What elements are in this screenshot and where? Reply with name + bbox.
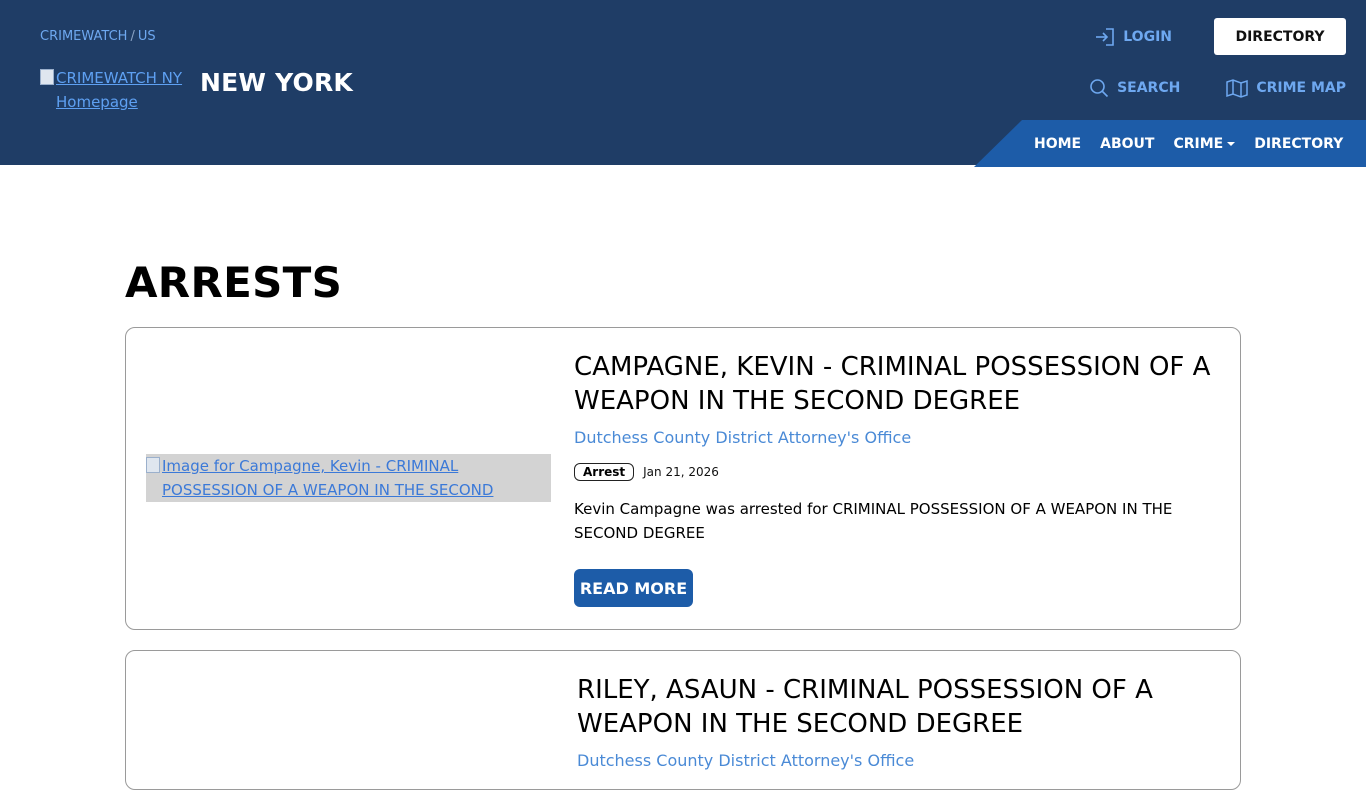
post-title[interactable]: CAMPAGNE, KEVIN - CRIMINAL POSSESSION OF… [574, 350, 1220, 418]
search-icon [1090, 79, 1109, 98]
post-date: Jan 21, 2026 [643, 465, 719, 479]
site-name: NEW YORK [200, 68, 353, 97]
nav-crime[interactable]: CRIME [1173, 135, 1236, 152]
crime-map-link[interactable]: CRIME MAP [1226, 78, 1346, 98]
post-summary: Kevin Campagne was arrested for CRIMINAL… [574, 500, 1173, 542]
site-header: CRIMEWATCH / US CRIMEWATCH NY Homepage NEW… [0, 0, 1366, 167]
brand: CRIMEWATCH NY Homepage NEW YORK [40, 66, 353, 114]
post-image-link[interactable]: Image for Campagne, Kevin - CRIMINAL POS… [146, 454, 551, 502]
post-body: RILEY, ASAUN - CRIMINAL POSSESSION OF A … [577, 673, 1220, 770]
post-agency[interactable]: Dutchess County District Attorney's Offi… [574, 428, 1220, 447]
search-link[interactable]: SEARCH [1089, 78, 1180, 98]
directory-button[interactable]: DIRECTORY [1214, 18, 1346, 55]
breadcrumb-crimewatch[interactable]: CRIMEWATCH [40, 29, 127, 44]
post-body: CAMPAGNE, KEVIN - CRIMINAL POSSESSION OF… [574, 350, 1220, 607]
breadcrumb-us[interactable]: US [138, 29, 156, 44]
nav-directory[interactable]: DIRECTORY [1254, 136, 1343, 152]
page-title: ARRESTS [125, 258, 343, 307]
site-logo-link[interactable]: CRIMEWATCH NY Homepage [40, 66, 190, 114]
search-label: SEARCH [1117, 80, 1181, 96]
breadcrumb: CRIMEWATCH / US [40, 29, 156, 44]
post-card: Image for Campagne, Kevin - CRIMINAL POS… [125, 327, 1241, 630]
header-top-actions: LOGIN DIRECTORY [1094, 18, 1346, 55]
post-image-alt: Image for Campagne, Kevin - CRIMINAL POS… [162, 457, 494, 499]
nav-about[interactable]: ABOUT [1100, 136, 1154, 152]
login-icon [1096, 27, 1115, 46]
post-tag-badge: Arrest [574, 463, 635, 481]
caret-down-icon [1227, 141, 1236, 146]
crime-map-label: CRIME MAP [1256, 80, 1346, 96]
login-label: LOGIN [1123, 28, 1172, 45]
nav-crime-label: CRIME [1173, 135, 1224, 152]
broken-image-icon [146, 457, 160, 473]
main-nav: HOME ABOUT CRIME DIRECTORY [974, 120, 1366, 167]
login-link[interactable]: LOGIN [1094, 27, 1172, 47]
post-title[interactable]: RILEY, ASAUN - CRIMINAL POSSESSION OF A … [577, 673, 1220, 741]
header-secondary-actions: SEARCH CRIME MAP [1043, 78, 1346, 98]
post-card: RILEY, ASAUN - CRIMINAL POSSESSION OF A … [125, 650, 1241, 790]
nav-home[interactable]: HOME [1034, 136, 1081, 152]
post-agency[interactable]: Dutchess County District Attorney's Offi… [577, 751, 1220, 770]
logo-alt-text: CRIMEWATCH NY Homepage [56, 69, 183, 111]
broken-image-icon [40, 69, 54, 85]
map-icon [1226, 79, 1249, 98]
breadcrumb-separator: / [130, 29, 135, 44]
read-more-button[interactable]: READ MORE [574, 569, 693, 607]
post-meta: Arrest Jan 21, 2026 [574, 463, 1220, 481]
